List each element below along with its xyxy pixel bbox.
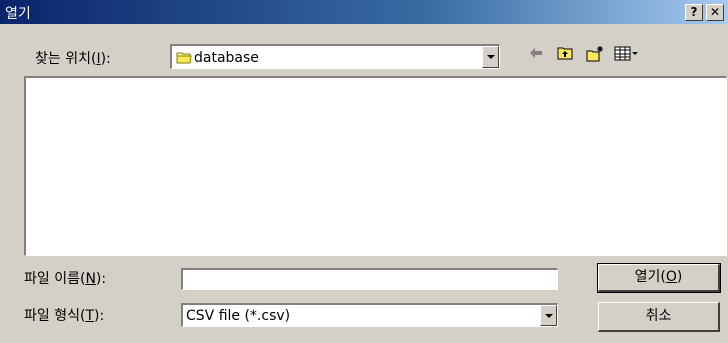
window-title: 열기	[5, 6, 31, 22]
folder-icon	[176, 52, 192, 64]
look-in-label: 찾는 위치(I):	[35, 51, 111, 67]
file-name-input[interactable]	[181, 268, 558, 290]
file-type-value: CSV file (*.csv)	[186, 308, 291, 324]
file-type-label: 파일 형식(T):	[24, 308, 105, 324]
up-folder-icon[interactable]	[557, 46, 574, 60]
new-folder-icon[interactable]	[586, 46, 604, 62]
file-type-dropdown-button[interactable]	[540, 305, 557, 326]
file-type-combo[interactable]: CSV file (*.csv)	[181, 303, 558, 327]
file-list[interactable]	[24, 76, 727, 256]
file-name-label: 파일 이름(N):	[24, 271, 107, 287]
open-button[interactable]: 열기(O)	[597, 263, 721, 293]
help-icon: ?	[690, 5, 698, 19]
view-menu-icon[interactable]	[614, 46, 639, 61]
look-in-value: database	[194, 50, 259, 66]
title-bar: 열기 ? ✕	[0, 0, 728, 24]
look-in-dropdown-button[interactable]	[482, 46, 499, 68]
help-button[interactable]: ?	[685, 4, 703, 21]
look-in-combo[interactable]: database	[170, 44, 500, 69]
cancel-button[interactable]: 취소	[598, 302, 720, 332]
close-icon: ✕	[709, 5, 721, 19]
back-arrow-icon[interactable]	[528, 46, 544, 60]
close-button[interactable]: ✕	[706, 4, 724, 21]
